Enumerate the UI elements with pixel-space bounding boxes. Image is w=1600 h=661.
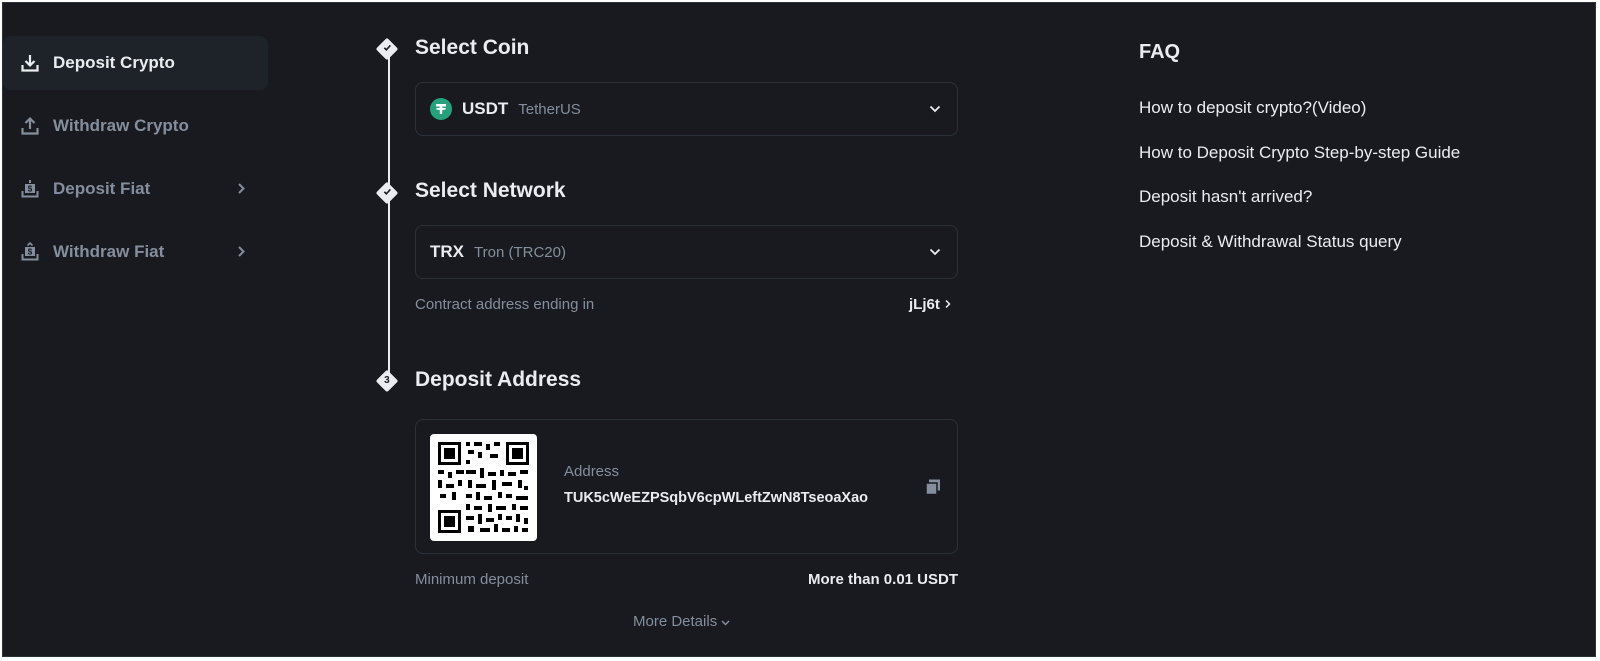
sidebar-item-label: Withdraw Fiat (53, 242, 165, 261)
step-number-badge: 3 (375, 369, 399, 393)
more-details-button[interactable]: More Details (633, 613, 730, 630)
sidebar-item-label: Withdraw Crypto (53, 116, 189, 135)
deposit-page: Deposit Crypto Withdraw Crypto $ Deposit… (2, 2, 1596, 657)
contract-address-row: Contract address ending in jLj6t (415, 296, 958, 320)
coin-symbol: USDT (462, 99, 509, 118)
contract-address-value: jLj6t (908, 296, 940, 313)
step-title-deposit-address: Deposit Address (415, 368, 582, 391)
address-label: Address (564, 463, 620, 480)
minimum-deposit-value: More than 0.01 USDT (807, 571, 958, 588)
step-title-select-coin: Select Coin (415, 36, 530, 59)
network-select[interactable]: TRX Tron (TRC20) (415, 225, 958, 279)
sidebar: Deposit Crypto Withdraw Crypto $ Deposit… (3, 36, 268, 288)
svg-text:$: $ (28, 185, 33, 194)
deposit-fiat-icon: $ (19, 178, 41, 200)
withdraw-fiat-icon: $ (19, 241, 41, 263)
address-value[interactable]: TUK5cWeEZPSqbV6cpWLeftZwN8TseoaXao (564, 490, 868, 506)
chevron-down-icon (721, 613, 730, 630)
deposit-address-card: Address TUK5cWeEZPSqbV6cpWLeftZwN8TseoaX… (415, 419, 958, 554)
download-icon (19, 52, 41, 74)
chevron-right-icon (944, 296, 952, 313)
coin-select[interactable]: USDT TetherUS (415, 82, 958, 136)
network-symbol: TRX (430, 242, 464, 261)
usdt-coin-icon (430, 98, 452, 120)
contract-address-label: Contract address ending in (415, 296, 595, 313)
step-complete-icon (375, 37, 399, 61)
minimum-deposit-label: Minimum deposit (415, 571, 529, 588)
sidebar-item-withdraw-fiat[interactable]: $ Withdraw Fiat (3, 225, 268, 279)
svg-text:$: $ (28, 248, 33, 257)
sidebar-item-withdraw-crypto[interactable]: Withdraw Crypto (3, 99, 268, 153)
step-complete-icon (375, 181, 399, 205)
chevron-right-icon (236, 242, 246, 263)
chevron-right-icon (236, 179, 246, 200)
network-name: Tron (TRC20) (474, 243, 566, 261)
sidebar-item-label: Deposit Fiat (53, 179, 151, 198)
upload-icon (19, 115, 41, 137)
contract-address-link[interactable]: jLj6t (909, 296, 952, 313)
more-details-label: More Details (633, 613, 718, 630)
coin-name: TetherUS (518, 100, 581, 118)
step-title-select-network: Select Network (415, 179, 566, 202)
chevron-down-icon (929, 243, 941, 261)
faq-link[interactable]: Deposit & Withdrawal Status query (1139, 232, 1402, 252)
faq-link[interactable]: How to Deposit Crypto Step-by-step Guide (1139, 143, 1460, 163)
sidebar-item-label: Deposit Crypto (53, 53, 175, 72)
faq-link[interactable]: Deposit hasn't arrived? (1139, 187, 1312, 207)
qr-code (430, 434, 537, 541)
step-timeline (388, 52, 390, 382)
sidebar-item-deposit-crypto[interactable]: Deposit Crypto (3, 36, 268, 90)
step-number: 3 (384, 375, 390, 386)
minimum-deposit-row: Minimum deposit More than 0.01 USDT (415, 571, 958, 595)
copy-icon[interactable] (925, 479, 941, 500)
faq-title: FAQ (1139, 41, 1181, 63)
faq-link[interactable]: How to deposit crypto?(Video) (1139, 98, 1366, 118)
sidebar-item-deposit-fiat[interactable]: $ Deposit Fiat (3, 162, 268, 216)
chevron-down-icon (929, 100, 941, 118)
